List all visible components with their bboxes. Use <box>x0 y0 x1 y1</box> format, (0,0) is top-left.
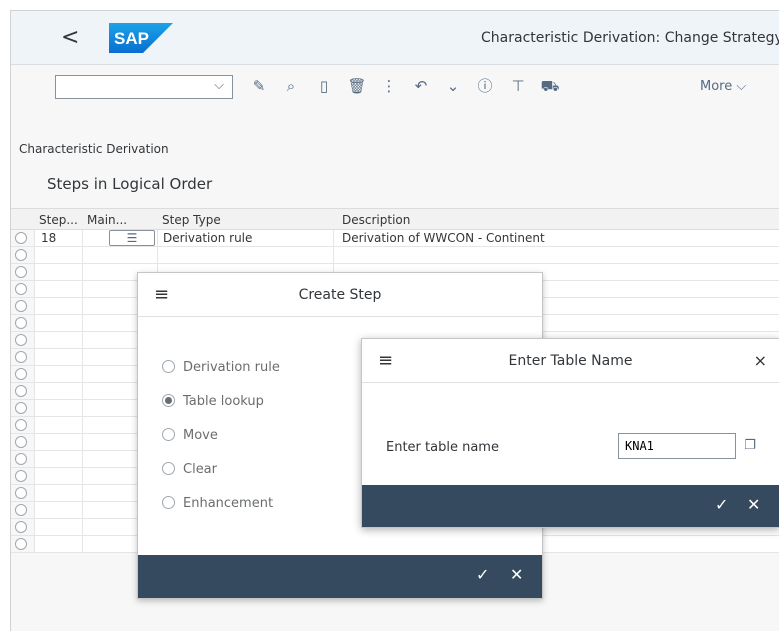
option-label: Clear <box>183 462 217 477</box>
table-name-input[interactable]: KNA1 <box>618 433 736 459</box>
cell-description: Derivation of WWCON - Continent <box>342 231 545 245</box>
option-label: Table lookup <box>183 394 264 409</box>
checkmark-icon[interactable]: ✓ <box>476 565 489 584</box>
app-window: < SAP Characteristic Derivation: Change … <box>10 10 779 631</box>
column-header-step-type[interactable]: Step Type <box>162 213 221 227</box>
option-move[interactable]: Move <box>162 428 218 443</box>
row-select-radio[interactable] <box>15 266 27 278</box>
option-label: Derivation rule <box>183 360 280 375</box>
radio-button[interactable] <box>162 462 175 475</box>
row-select-radio[interactable] <box>15 300 27 312</box>
row-select-radio[interactable] <box>15 283 27 295</box>
info-icon[interactable]: ⓘ <box>475 77 495 95</box>
expand-all-icon[interactable]: ⌄ <box>443 77 463 95</box>
sap-logo: SAP <box>109 23 173 53</box>
value-help-icon[interactable]: ❐ <box>740 435 760 457</box>
edit-glasses-icon[interactable]: ✎ <box>249 77 269 95</box>
row-select-radio[interactable] <box>15 232 27 244</box>
row-select-radio[interactable] <box>15 368 27 380</box>
page-title: Characteristic Derivation: Change Strate… <box>481 30 779 46</box>
row-select-radio[interactable] <box>15 249 27 261</box>
option-table-lookup[interactable]: Table lookup <box>162 394 264 409</box>
cancel-icon[interactable]: ✕ <box>747 495 760 514</box>
more-button[interactable]: More ⌵ <box>700 79 746 94</box>
shell-bar: < SAP Characteristic Derivation: Change … <box>11 11 779 65</box>
insert-icon[interactable]: ⋮ <box>379 77 399 95</box>
back-button[interactable]: < <box>61 23 79 53</box>
option-label: Enhancement <box>183 496 274 511</box>
filter-icon[interactable]: ⊤ <box>508 77 528 95</box>
option-clear[interactable]: Clear <box>162 462 217 477</box>
radio-button[interactable] <box>162 360 175 373</box>
cancel-icon[interactable]: ✕ <box>510 565 523 584</box>
cell-step: 18 <box>41 231 57 245</box>
chevron-down-icon[interactable]: ⌵ <box>214 78 224 93</box>
row-select-radio[interactable] <box>15 317 27 329</box>
dialog-footer: ✓ ✕ <box>138 555 542 598</box>
option-label: Move <box>183 428 218 443</box>
dialog-title: Create Step <box>298 287 382 303</box>
radio-button[interactable] <box>162 496 175 509</box>
row-select-radio[interactable] <box>15 402 27 414</box>
checkmark-icon[interactable]: ✓ <box>715 495 728 514</box>
row-select-radio[interactable] <box>15 504 27 516</box>
row-select-radio[interactable] <box>15 436 27 448</box>
table-row[interactable]: 18 ☰ Derivation rule Derivation of WWCON… <box>11 230 779 247</box>
sap-logo-text: SAP <box>114 29 149 48</box>
row-select-radio[interactable] <box>15 521 27 533</box>
search-icon[interactable]: ⌕ <box>281 77 301 95</box>
row-select-radio[interactable] <box>15 334 27 346</box>
undo-icon[interactable]: ↶ <box>411 77 431 95</box>
breadcrumb: Characteristic Derivation <box>19 142 169 156</box>
column-header-description[interactable]: Description <box>342 213 410 227</box>
chevron-down-icon: ⌵ <box>736 79 747 94</box>
row-select-radio[interactable] <box>15 470 27 482</box>
detail-list-button[interactable]: ☰ <box>109 230 155 246</box>
delete-icon[interactable]: 🗑 <box>347 77 367 95</box>
more-label: More <box>700 79 733 94</box>
row-select-radio[interactable] <box>15 419 27 431</box>
table-row[interactable] <box>11 247 779 264</box>
row-select-radio[interactable] <box>15 351 27 363</box>
row-select-radio[interactable] <box>15 385 27 397</box>
new-document-icon[interactable]: ▯ <box>314 77 334 95</box>
enter-table-name-dialog: ≡ Enter Table Name × Enter table name KN… <box>361 338 779 528</box>
radio-button[interactable] <box>162 428 175 441</box>
radio-button-selected[interactable] <box>162 394 175 407</box>
row-select-radio[interactable] <box>15 538 27 550</box>
close-icon[interactable]: × <box>754 351 767 370</box>
table-name-label: Enter table name <box>386 440 499 455</box>
option-enhancement[interactable]: Enhancement <box>162 496 273 511</box>
section-title: Steps in Logical Order <box>47 175 213 193</box>
row-select-radio[interactable] <box>15 487 27 499</box>
row-select-radio[interactable] <box>15 453 27 465</box>
command-field[interactable]: ⌵ <box>55 75 233 99</box>
column-header-step[interactable]: Step... <box>39 213 78 227</box>
dialog-footer: ✓ ✕ <box>362 485 779 527</box>
toolbar: ⌵ ✎ ⌕ ▯ 🗑 ⋮ ↶ ⌄ ⓘ ⊤ ⛟ More ⌵ <box>11 66 779 106</box>
transport-icon[interactable]: ⛟ <box>540 77 560 95</box>
dialog-title: Enter Table Name <box>508 353 633 369</box>
cell-step-type: Derivation rule <box>163 231 253 245</box>
table-header: Step... Main... Step Type Description <box>11 208 779 230</box>
option-derivation-rule[interactable]: Derivation rule <box>162 360 280 375</box>
column-header-main[interactable]: Main... <box>87 213 127 227</box>
